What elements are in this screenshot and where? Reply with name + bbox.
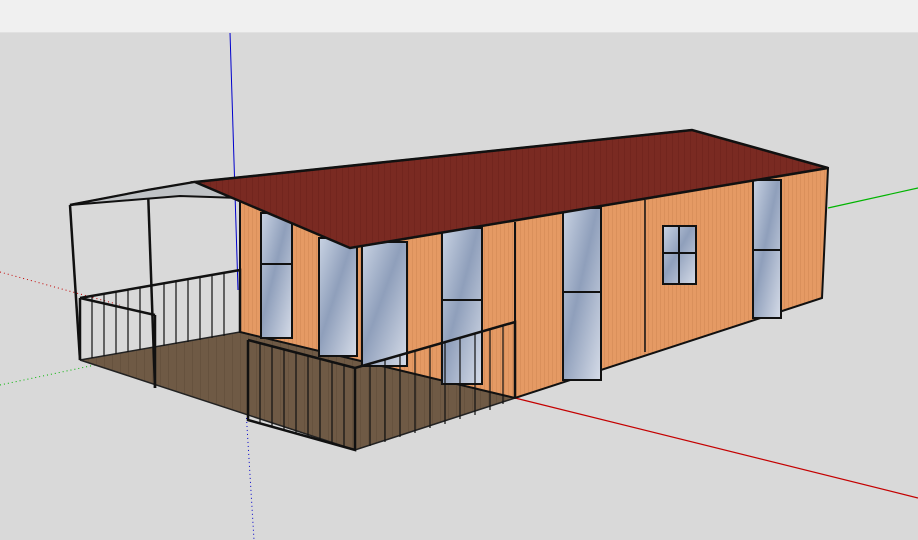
sliding-door: [361, 241, 408, 367]
green-axis: [827, 187, 918, 209]
model-viewport[interactable]: [0, 33, 918, 540]
red-axis-dotted: [0, 271, 121, 306]
blue-axis-dotted: [245, 409, 255, 540]
window: [318, 237, 358, 357]
sliding-door: [441, 227, 483, 385]
green-axis-dotted: [0, 364, 96, 386]
scene-3d[interactable]: [0, 33, 918, 540]
sketchup-window: [0, 0, 918, 540]
window: [260, 212, 293, 339]
red-axis: [514, 397, 918, 499]
blue-axis: [229, 33, 239, 291]
toolbar: [0, 0, 918, 33]
entry-door: [562, 207, 602, 381]
